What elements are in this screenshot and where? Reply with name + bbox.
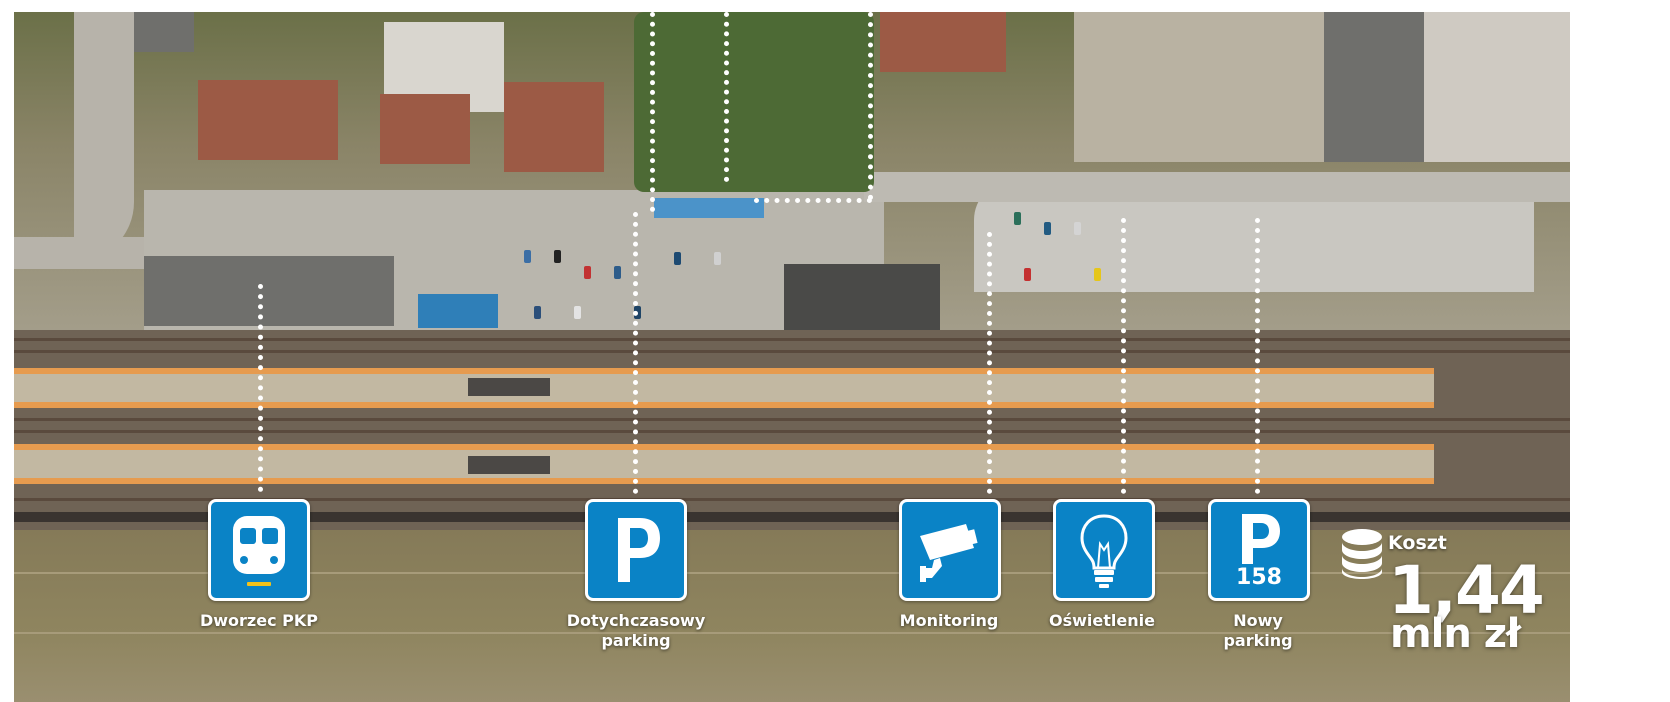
car bbox=[554, 250, 561, 263]
car bbox=[1014, 212, 1021, 225]
trees bbox=[634, 12, 874, 192]
connector-dworzec bbox=[258, 284, 263, 492]
station-building bbox=[144, 256, 394, 326]
monitoring-label: Monitoring bbox=[899, 611, 999, 630]
field-boundary bbox=[14, 632, 1570, 634]
connector-oswietlenie bbox=[1121, 218, 1126, 494]
rail bbox=[14, 418, 1570, 421]
car bbox=[1074, 222, 1081, 235]
coin-stack-icon bbox=[1342, 529, 1382, 579]
light-bulb-icon bbox=[1080, 514, 1128, 588]
oswietlenie-tile bbox=[1053, 499, 1155, 601]
oswietlenie-label: Oświetlenie bbox=[1049, 611, 1155, 630]
building bbox=[134, 12, 194, 52]
road-left bbox=[74, 12, 134, 262]
car bbox=[584, 266, 591, 279]
accessible-parking-markings bbox=[654, 198, 764, 218]
building bbox=[198, 80, 338, 160]
parking-icon bbox=[618, 518, 660, 582]
car bbox=[534, 306, 541, 319]
dworzec-pkp-tile bbox=[208, 499, 310, 601]
connector-dotychczasowy-parking bbox=[633, 212, 638, 494]
car bbox=[1024, 268, 1031, 281]
car bbox=[574, 306, 581, 319]
cctv-camera-icon bbox=[920, 524, 978, 582]
cost-title: Koszt bbox=[1388, 532, 1447, 554]
platform-edge bbox=[14, 478, 1434, 484]
rail bbox=[14, 350, 1570, 353]
platform-shelter bbox=[468, 378, 550, 396]
connector-parking-outline bbox=[754, 198, 872, 203]
industrial-yard bbox=[1074, 12, 1324, 162]
connector-parking-outline bbox=[650, 12, 655, 212]
car bbox=[614, 266, 621, 279]
car bbox=[524, 250, 531, 263]
car bbox=[1094, 268, 1101, 281]
train-icon bbox=[233, 516, 285, 586]
car bbox=[714, 252, 721, 265]
monitoring-tile bbox=[899, 499, 1001, 601]
building bbox=[504, 82, 604, 172]
nowy-parking-label: Nowy parking bbox=[1223, 611, 1293, 650]
cost-unit: mln zł bbox=[1390, 611, 1521, 657]
nowy-parking-tile: 158 bbox=[1208, 499, 1310, 601]
station-building bbox=[784, 264, 940, 330]
parking-icon bbox=[1242, 514, 1280, 564]
building bbox=[1324, 12, 1424, 162]
building bbox=[880, 12, 1006, 72]
connector-parking-outline bbox=[724, 12, 729, 182]
dworzec-pkp-label: Dworzec PKP bbox=[199, 611, 318, 630]
platform bbox=[14, 450, 1434, 478]
platform bbox=[14, 374, 1434, 402]
dotychczasowy-parking-label: Dotychczasowy parking bbox=[566, 611, 706, 650]
shelter-roof bbox=[418, 294, 498, 328]
building bbox=[380, 94, 470, 164]
parking-capacity-badge: 158 bbox=[1236, 565, 1282, 590]
cost-value: 1,44 bbox=[1388, 552, 1545, 629]
platform-edge bbox=[14, 402, 1434, 408]
building bbox=[1424, 12, 1570, 162]
car bbox=[1044, 222, 1051, 235]
rail bbox=[14, 430, 1570, 433]
dotychczasowy-parking-tile bbox=[585, 499, 687, 601]
connector-monitoring bbox=[987, 232, 992, 494]
car bbox=[674, 252, 681, 265]
platform-shelter bbox=[468, 456, 550, 474]
access-road bbox=[864, 172, 1570, 202]
rail bbox=[14, 338, 1570, 341]
connector-parking-outline bbox=[868, 12, 873, 200]
connector-nowy-parking bbox=[1255, 218, 1260, 494]
